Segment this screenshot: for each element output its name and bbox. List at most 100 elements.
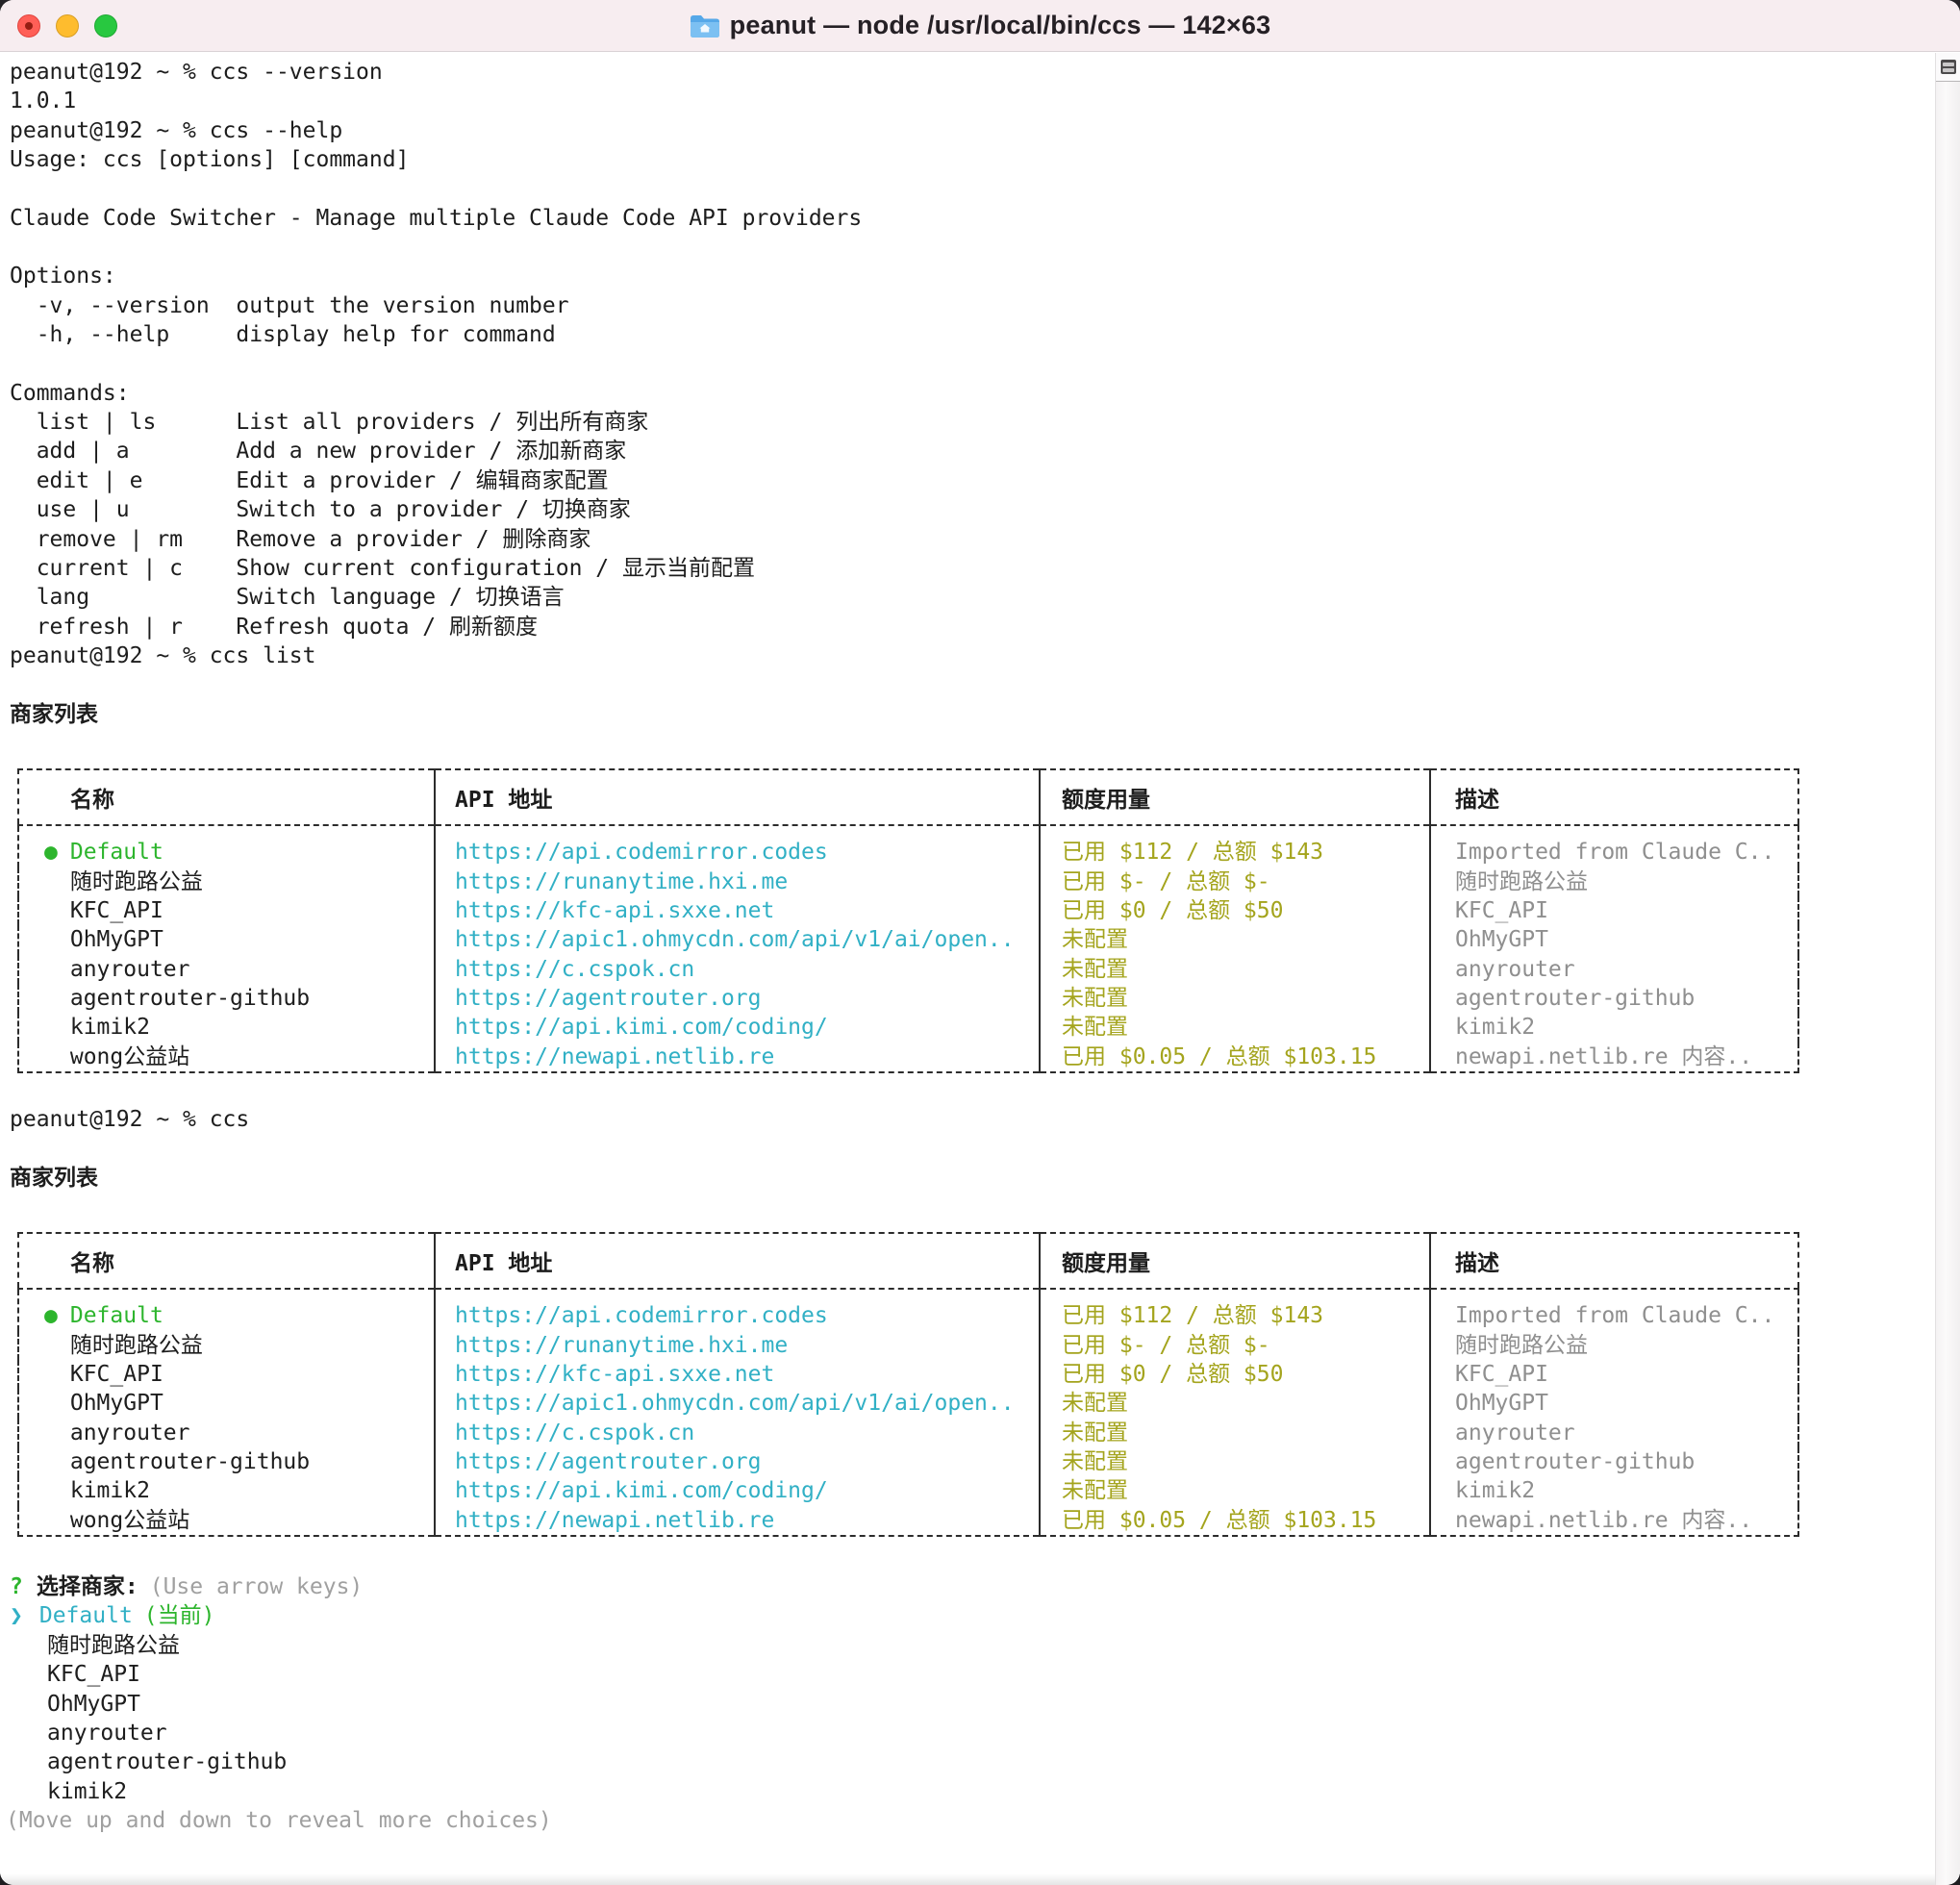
minimize-button[interactable]	[56, 14, 79, 38]
pointer-icon: ❯	[10, 1603, 23, 1628]
col-header-quota: 额度用量	[1040, 769, 1430, 825]
provider-name-cell: ● Default	[18, 825, 435, 867]
provider-url[interactable]: https://c.cspok.cn	[435, 955, 1040, 984]
terminal-line: peanut@192 ~ % ccs --version	[10, 58, 1931, 87]
select-option[interactable]: OhMyGPT	[10, 1690, 1931, 1719]
provider-name: anyrouter	[70, 1420, 190, 1445]
terminal-line: 1.0.1	[10, 87, 1931, 115]
provider-url[interactable]: https://api.kimi.com/coding/	[435, 1476, 1040, 1505]
provider-url[interactable]: https://apic1.ohmycdn.com/api/v1/ai/open…	[435, 925, 1040, 954]
select-option-selected[interactable]: ❯ Default (当前)	[10, 1601, 1931, 1630]
provider-desc: 随时跑路公益	[1430, 1331, 1798, 1360]
provider-desc: anyrouter	[1430, 1419, 1798, 1447]
provider-url[interactable]: https://apic1.ohmycdn.com/api/v1/ai/open…	[435, 1389, 1040, 1418]
select-label: 选择商家:	[37, 1574, 138, 1599]
provider-quota: 已用 $112 / 总额 $143	[1040, 1289, 1430, 1330]
table-row: ●随时跑路公益 https://runanytime.hxi.me 已用 $- …	[18, 867, 1798, 896]
provider-desc: Imported from Claude C..	[1430, 825, 1798, 867]
provider-quota: 未配置	[1040, 955, 1430, 984]
select-option[interactable]: kimik2	[10, 1777, 1931, 1806]
terminal-content: peanut@192 ~ % ccs --version1.0.1 peanut@…	[0, 53, 1960, 1885]
select-question: ?选择商家:(Use arrow keys)	[10, 1572, 1931, 1601]
provider-url[interactable]: https://agentrouter.org	[435, 984, 1040, 1013]
provider-url[interactable]: https://api.codemirror.codes	[435, 1289, 1040, 1330]
provider-name: wong公益站	[70, 1044, 189, 1069]
split-pane-icon	[1941, 60, 1956, 74]
provider-url[interactable]: https://c.cspok.cn	[435, 1419, 1040, 1447]
scrollbar[interactable]	[1935, 53, 1960, 1885]
table-header-row: 名称 API 地址 额度用量 描述	[18, 769, 1798, 825]
provider-desc: agentrouter-github	[1430, 984, 1798, 1013]
select-footer-hint: (Move up and down to reveal more choices…	[6, 1806, 1931, 1835]
terminal-line: -h, --help display help for command	[10, 320, 1931, 349]
provider-url[interactable]: https://newapi.netlib.re	[435, 1506, 1040, 1536]
provider-quota: 未配置	[1040, 1447, 1430, 1476]
provider-desc: KFC_API	[1430, 896, 1798, 925]
maximize-button[interactable]	[94, 14, 117, 38]
select-option[interactable]: anyrouter	[10, 1719, 1931, 1747]
provider-desc: Imported from Claude C..	[1430, 1289, 1798, 1330]
folder-icon	[690, 13, 720, 38]
provider-url[interactable]: https://kfc-api.sxxe.net	[435, 896, 1040, 925]
blank-line	[10, 670, 1931, 699]
terminal-line: Usage: ccs [options] [command]	[10, 145, 1931, 174]
select-option[interactable]: 随时跑路公益	[10, 1631, 1931, 1660]
title-wrap: peanut — node /usr/local/bin/ccs — 142×6…	[690, 11, 1271, 40]
provider-quota: 未配置	[1040, 1389, 1430, 1418]
list-heading: 商家列表	[10, 1164, 1931, 1193]
table-header-row: 名称 API 地址 额度用量 描述	[18, 1233, 1798, 1289]
table-row: ●OhMyGPT https://apic1.ohmycdn.com/api/v…	[18, 925, 1798, 954]
terminal-line: use | u Switch to a provider / 切换商家	[10, 495, 1931, 524]
active-dot-icon: ●	[44, 840, 58, 865]
provider-quota: 已用 $- / 总额 $-	[1040, 1331, 1430, 1360]
col-header-desc: 描述	[1430, 1233, 1798, 1289]
current-badge: (当前)	[144, 1603, 215, 1628]
provider-table-2: 名称 API 地址 额度用量 描述 ●Default https://api.c…	[17, 1232, 1799, 1537]
shell-prompt: peanut@192 ~ % ccs	[10, 1105, 1931, 1134]
provider-name-cell: ●随时跑路公益	[18, 867, 435, 896]
table-row: ●KFC_API https://kfc-api.sxxe.net 已用 $0 …	[18, 896, 1798, 925]
provider-url[interactable]: https://runanytime.hxi.me	[435, 867, 1040, 896]
provider-url[interactable]: https://runanytime.hxi.me	[435, 1331, 1040, 1360]
provider-name-cell: ●Default	[18, 1289, 435, 1330]
provider-name-cell: ●OhMyGPT	[18, 1389, 435, 1418]
table-row: ●随时跑路公益 https://runanytime.hxi.me 已用 $- …	[18, 1331, 1798, 1360]
provider-name-cell: ●KFC_API	[18, 896, 435, 925]
provider-name-cell: ●OhMyGPT	[18, 925, 435, 954]
blank-line	[10, 1134, 1931, 1163]
provider-desc: KFC_API	[1430, 1360, 1798, 1389]
provider-name: Default	[70, 840, 163, 865]
title-bar: peanut — node /usr/local/bin/ccs — 142×6…	[0, 0, 1960, 52]
provider-url[interactable]: https://api.kimi.com/coding/	[435, 1013, 1040, 1042]
col-header-name: 名称	[18, 1233, 435, 1289]
provider-url[interactable]: https://newapi.netlib.re	[435, 1043, 1040, 1072]
provider-name: KFC_API	[70, 898, 163, 923]
col-header-url: API 地址	[435, 1233, 1040, 1289]
provider-url[interactable]: https://kfc-api.sxxe.net	[435, 1360, 1040, 1389]
select-option[interactable]: KFC_API	[10, 1660, 1931, 1689]
close-button[interactable]	[17, 14, 40, 38]
provider-quota: 已用 $- / 总额 $-	[1040, 867, 1430, 896]
terminal-line: add | a Add a new provider / 添加新商家	[10, 437, 1931, 465]
terminal-line: lang Switch language / 切换语言	[10, 583, 1931, 612]
selected-option-label: Default	[39, 1603, 133, 1628]
provider-name-cell: ●agentrouter-github	[18, 984, 435, 1013]
select-hint: (Use arrow keys)	[150, 1574, 364, 1599]
terminal-line: -v, --version output the version number	[10, 291, 1931, 320]
blank-line	[10, 1193, 1931, 1221]
provider-url[interactable]: https://api.codemirror.codes	[435, 825, 1040, 867]
col-header-quota: 额度用量	[1040, 1233, 1430, 1289]
provider-url[interactable]: https://agentrouter.org	[435, 1447, 1040, 1476]
provider-name: OhMyGPT	[70, 927, 163, 952]
provider-desc: newapi.netlib.re 内容..	[1430, 1506, 1798, 1536]
terminal-line: edit | e Edit a provider / 编辑商家配置	[10, 466, 1931, 495]
provider-desc: OhMyGPT	[1430, 1389, 1798, 1418]
provider-select-prompt: ?选择商家:(Use arrow keys) ❯Default(当前) 随时跑路…	[10, 1572, 1931, 1835]
table-row: ●kimik2 https://api.kimi.com/coding/ 未配置…	[18, 1476, 1798, 1505]
split-pane-button[interactable]	[1936, 53, 1960, 82]
terminal-line	[10, 349, 1931, 378]
select-option[interactable]: agentrouter-github	[10, 1747, 1931, 1776]
provider-name-cell: ●KFC_API	[18, 1360, 435, 1389]
col-header-desc: 描述	[1430, 769, 1798, 825]
provider-name: anyrouter	[70, 957, 190, 982]
